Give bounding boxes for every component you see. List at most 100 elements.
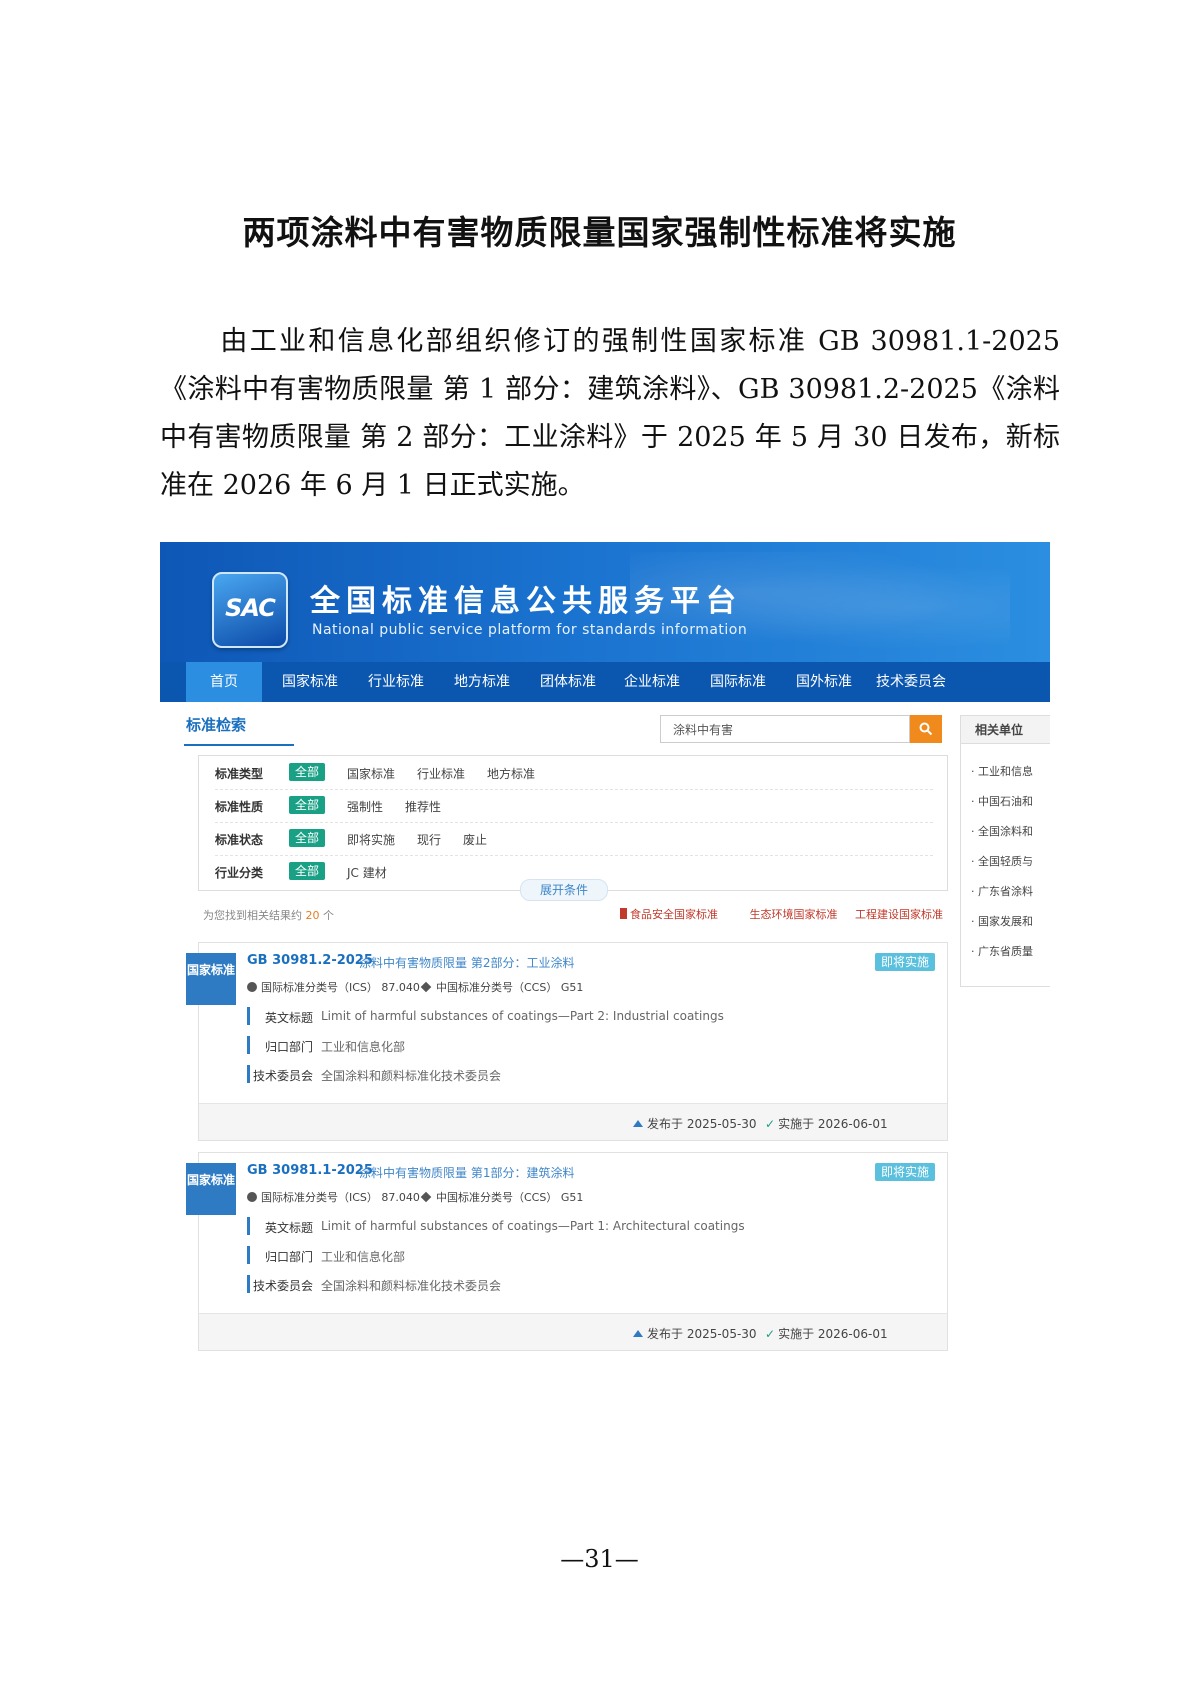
publish-date-text: 发布于 2025-05-30 bbox=[647, 1117, 757, 1131]
nav-foreign[interactable]: 国外标准 bbox=[784, 662, 864, 702]
related-unit-item[interactable]: · 工业和信息 bbox=[971, 763, 1049, 779]
ccs-code: 中国标准分类号（CCS） G51 bbox=[420, 1189, 584, 1205]
filter-option[interactable]: 现行 bbox=[417, 831, 441, 848]
status-badge: 即将实施 bbox=[875, 953, 935, 971]
effective-date-text: 实施于 2026-06-01 bbox=[778, 1327, 888, 1341]
ccs-text: 中国标准分类号（CCS） G51 bbox=[436, 1191, 584, 1204]
filter-all-button[interactable]: 全部 bbox=[289, 763, 325, 781]
related-unit-item[interactable]: · 国家发展和 bbox=[971, 913, 1049, 929]
result-card: 国家标准 GB 30981.2-2025 涂料中有害物质限量 第2部分：工业涂料… bbox=[186, 942, 948, 1141]
department: 工业和信息化部 bbox=[321, 1250, 406, 1264]
filter-label: 行业分类 bbox=[215, 866, 264, 880]
filter-option[interactable]: 行业标准 bbox=[417, 765, 465, 782]
ccs-text: 中国标准分类号（CCS） G51 bbox=[436, 981, 584, 994]
result-suffix: 个 bbox=[323, 909, 334, 922]
standard-name[interactable]: 涂料中有害物质限量 第1部分：建筑涂料 bbox=[359, 1164, 574, 1181]
move-icon bbox=[420, 1191, 432, 1203]
nav-home[interactable]: 首页 bbox=[186, 662, 262, 702]
standard-code[interactable]: GB 30981.1-2025 bbox=[247, 1163, 373, 1178]
search-input[interactable]: 涂料中有害 bbox=[660, 715, 910, 743]
main-nav: 首页 国家标准 行业标准 地方标准 团体标准 企业标准 国际标准 国外标准 技术… bbox=[160, 662, 1050, 702]
row-marker bbox=[247, 1217, 250, 1235]
expand-conditions-button[interactable]: 展开条件 bbox=[520, 879, 608, 901]
department-label: 归口部门 bbox=[265, 1040, 314, 1054]
card-footer: 发布于 2025-05-30 ✓ 实施于 2026-06-01 bbox=[199, 1313, 947, 1350]
search-button[interactable] bbox=[910, 715, 942, 743]
filter-option[interactable]: JC 建材 bbox=[347, 864, 387, 881]
related-unit-item[interactable]: · 广东省质量 bbox=[971, 943, 1049, 959]
result-number: 20 bbox=[305, 909, 320, 922]
ics-text: 国际标准分类号（ICS） 87.040 bbox=[261, 1191, 420, 1204]
related-unit-item[interactable]: · 全国轻质与 bbox=[971, 853, 1049, 869]
site-subtitle: National public service platform for sta… bbox=[312, 622, 748, 638]
english-title: Limit of harmful substances of coatings—… bbox=[321, 1009, 724, 1023]
quick-links: 食品安全国家标准 生态环境国家标准 工程建设国家标准 bbox=[620, 906, 957, 922]
quick-link-food[interactable]: 食品安全国家标准 bbox=[620, 908, 732, 921]
tab-standard-search[interactable]: 标准检索 bbox=[186, 714, 246, 735]
filter-row-nature: 标准性质 全部 强制性 推荐性 bbox=[199, 789, 947, 823]
filter-option[interactable]: 地方标准 bbox=[487, 765, 535, 782]
ccs-code: 中国标准分类号（CCS） G51 bbox=[420, 979, 584, 995]
filter-option[interactable]: 推荐性 bbox=[405, 798, 441, 815]
filter-all-button[interactable]: 全部 bbox=[289, 862, 325, 880]
nav-national[interactable]: 国家标准 bbox=[270, 662, 350, 702]
nav-local[interactable]: 地方标准 bbox=[442, 662, 522, 702]
row-marker bbox=[247, 1275, 250, 1293]
status-badge: 即将实施 bbox=[875, 1163, 935, 1181]
upload-icon bbox=[633, 1330, 643, 1337]
effective-date: ✓ 实施于 2026-06-01 bbox=[765, 1115, 888, 1132]
logo-text: SAC bbox=[225, 594, 276, 622]
english-title-row: 英文标题 Limit of harmful substances of coat… bbox=[247, 1214, 927, 1240]
filter-option[interactable]: 强制性 bbox=[347, 798, 383, 815]
ics-code: 国际标准分类号（ICS） 87.040 bbox=[247, 1189, 420, 1205]
nav-enterprise[interactable]: 企业标准 bbox=[612, 662, 692, 702]
nav-industry[interactable]: 行业标准 bbox=[356, 662, 436, 702]
related-unit-item[interactable]: · 中国石油和 bbox=[971, 793, 1049, 809]
committee-label: 技术委员会 bbox=[253, 1069, 314, 1083]
related-unit-item[interactable]: · 广东省涂料 bbox=[971, 883, 1049, 899]
standard-code[interactable]: GB 30981.2-2025 bbox=[247, 953, 373, 968]
quick-link-construction[interactable]: 工程建设国家标准 bbox=[855, 908, 943, 921]
committee-row: 技术委员会 全国涂料和颜料标准化技术委员会 bbox=[247, 1272, 927, 1298]
result-card: 国家标准 GB 30981.1-2025 涂料中有害物质限量 第1部分：建筑涂料… bbox=[186, 1152, 948, 1351]
tag-text: 国家标准 bbox=[186, 963, 235, 977]
committee: 全国涂料和颜料标准化技术委员会 bbox=[321, 1279, 502, 1293]
filter-all-button[interactable]: 全部 bbox=[289, 796, 325, 814]
nav-committee[interactable]: 技术委员会 bbox=[866, 662, 956, 702]
ics-text: 国际标准分类号（ICS） 87.040 bbox=[261, 981, 420, 994]
standard-name[interactable]: 涂料中有害物质限量 第2部分：工业涂料 bbox=[359, 954, 574, 971]
related-units-panel: 相关单位 · 工业和信息 · 中国石油和 · 全国涂料和 · 全国轻质与 · 广… bbox=[960, 715, 1050, 987]
document-title: 两项涂料中有害物质限量国家强制性标准将实施 bbox=[242, 213, 957, 252]
globe-icon bbox=[247, 1192, 257, 1202]
filter-option[interactable]: 即将实施 bbox=[347, 831, 395, 848]
english-title: Limit of harmful substances of coatings—… bbox=[321, 1219, 745, 1233]
tab-underline bbox=[184, 744, 294, 746]
row-marker bbox=[247, 1036, 250, 1054]
related-unit-item[interactable]: · 全国涂料和 bbox=[971, 823, 1049, 839]
department-row: 归口部门 工业和信息化部 bbox=[247, 1243, 927, 1269]
standard-type-tag: 国家标准 bbox=[186, 953, 236, 1005]
check-icon: ✓ bbox=[765, 1327, 776, 1341]
committee-label: 技术委员会 bbox=[253, 1279, 314, 1293]
filter-all-button[interactable]: 全部 bbox=[289, 829, 325, 847]
flag-icon bbox=[620, 908, 627, 919]
effective-date-text: 实施于 2026-06-01 bbox=[778, 1117, 888, 1131]
filter-option[interactable]: 国家标准 bbox=[347, 765, 395, 782]
quick-link-eco[interactable]: 生态环境国家标准 bbox=[750, 908, 838, 921]
upload-icon bbox=[633, 1120, 643, 1127]
english-title-row: 英文标题 Limit of harmful substances of coat… bbox=[247, 1004, 927, 1030]
nav-international[interactable]: 国际标准 bbox=[698, 662, 778, 702]
english-title-label: 英文标题 bbox=[265, 1221, 314, 1235]
sac-logo[interactable]: SAC bbox=[212, 572, 288, 648]
search-icon bbox=[919, 722, 933, 736]
filter-option[interactable]: 废止 bbox=[463, 831, 487, 848]
filter-label: 标准状态 bbox=[215, 833, 264, 847]
department-row: 归口部门 工业和信息化部 bbox=[247, 1033, 927, 1059]
nav-group[interactable]: 团体标准 bbox=[528, 662, 608, 702]
quick-link-label: 食品安全国家标准 bbox=[630, 908, 718, 921]
related-units-title: 相关单位 bbox=[961, 716, 1050, 744]
page-number: —31— bbox=[560, 1545, 639, 1573]
row-marker bbox=[247, 1246, 250, 1264]
row-marker bbox=[247, 1065, 250, 1083]
standard-type-tag: 国家标准 bbox=[186, 1163, 236, 1215]
